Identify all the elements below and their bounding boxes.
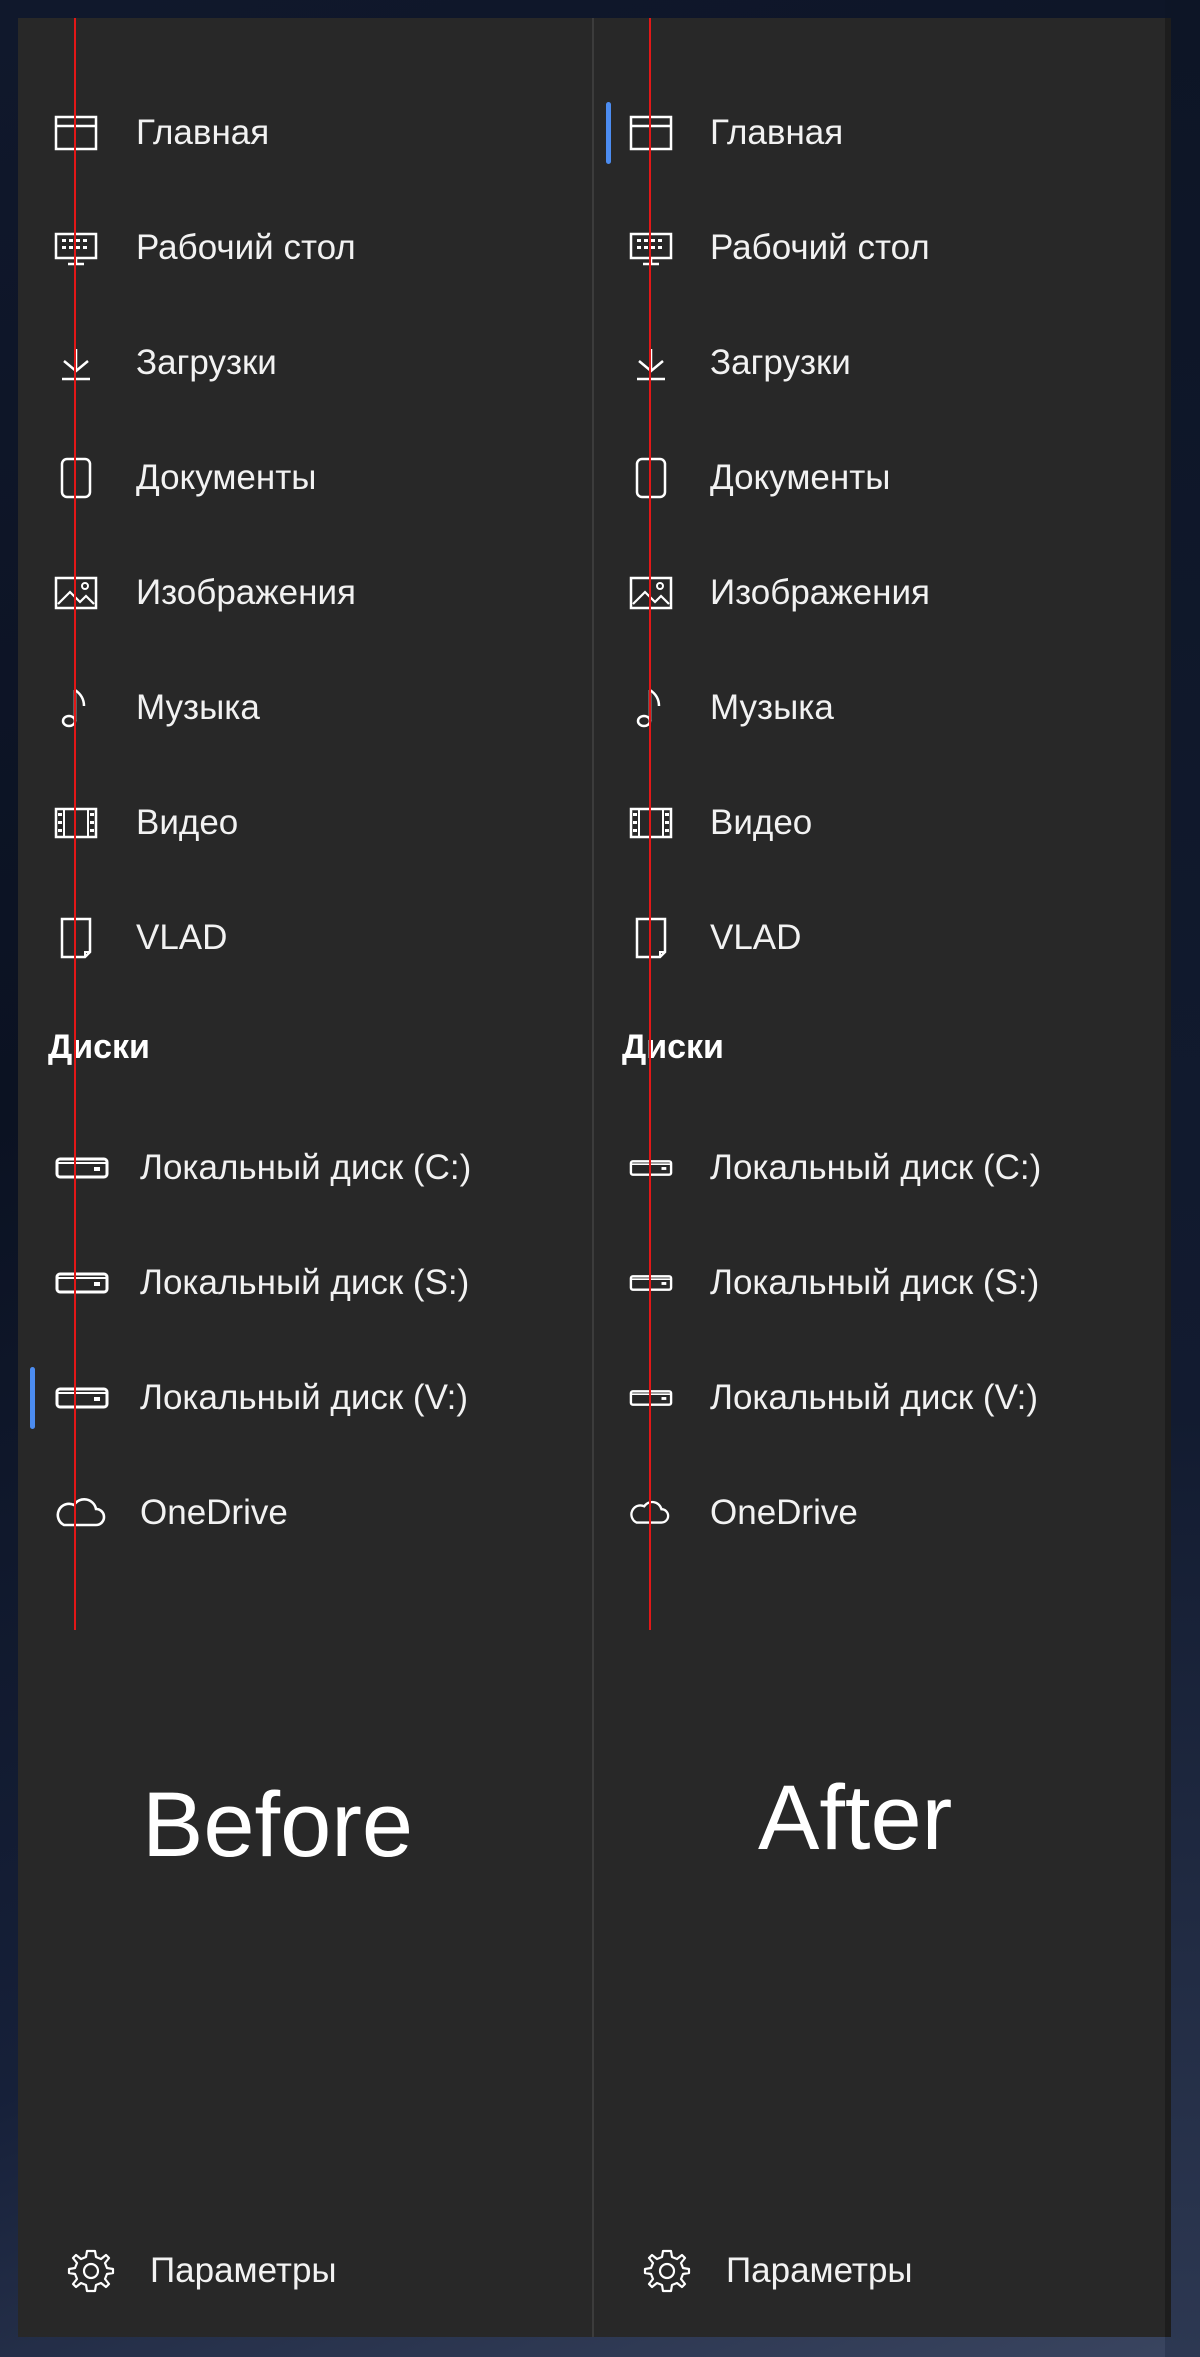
nav-item-documents[interactable]: Документы: [18, 428, 592, 528]
home-window-icon: [54, 111, 98, 155]
after-caption: After: [758, 1767, 953, 1869]
nav-item-drive-s[interactable]: Локальный диск (S:): [594, 1233, 1167, 1333]
video-film-icon: [54, 801, 98, 845]
nav-item-label: Локальный диск (S:): [140, 1263, 470, 1302]
nav-item-drive-v[interactable]: Локальный диск (V:): [18, 1348, 592, 1448]
home-window-icon: [629, 111, 673, 155]
settings-button[interactable]: Параметры: [18, 2221, 592, 2321]
nav-item-label: Локальный диск (C:): [710, 1148, 1042, 1187]
nav-item-label: Локальный диск (C:): [140, 1148, 472, 1187]
nav-item-label: Рабочий стол: [710, 228, 930, 267]
nav-item-label: Главная: [136, 113, 270, 152]
nav-item-onedrive[interactable]: OneDrive: [18, 1463, 592, 1563]
nav-item-label: Загрузки: [710, 343, 851, 382]
user-folder-icon: [629, 916, 673, 960]
nav-item-label: Загрузки: [136, 343, 277, 382]
alignment-guide-line-before: [74, 18, 76, 1630]
drive-icon: [54, 1146, 110, 1190]
music-note-icon: [54, 686, 98, 730]
nav-item-pictures[interactable]: Изображения: [18, 543, 592, 643]
before-caption: Before: [142, 1774, 414, 1876]
nav-item-documents[interactable]: Документы: [594, 428, 1167, 528]
nav-item-label: Изображения: [136, 573, 356, 612]
nav-item-label: Локальный диск (S:): [710, 1263, 1040, 1302]
nav-item-label: Документы: [136, 458, 317, 497]
nav-item-label: Локальный диск (V:): [710, 1378, 1038, 1417]
selection-indicator: [30, 1367, 35, 1429]
download-icon: [629, 341, 673, 385]
nav-item-label: VLAD: [710, 918, 802, 957]
nav-item-drive-v[interactable]: Локальный диск (V:): [594, 1348, 1167, 1448]
nav-item-home[interactable]: Главная: [18, 83, 592, 183]
settings-button[interactable]: Параметры: [594, 2221, 1167, 2321]
desktop-icon: [54, 226, 98, 270]
nav-item-desktop[interactable]: Рабочий стол: [18, 198, 592, 298]
gear-icon: [66, 2246, 116, 2296]
music-note-icon: [629, 686, 673, 730]
nav-item-drive-s[interactable]: Локальный диск (S:): [18, 1233, 592, 1333]
drive-icon: [54, 1261, 110, 1305]
drive-icon: [629, 1376, 673, 1420]
video-film-icon: [629, 801, 673, 845]
nav-item-label: Видео: [710, 803, 813, 842]
nav-item-label: Документы: [710, 458, 891, 497]
settings-label: Параметры: [726, 2251, 913, 2290]
nav-item-music[interactable]: Музыка: [594, 658, 1167, 758]
user-folder-icon: [54, 916, 98, 960]
selection-indicator: [606, 102, 611, 164]
nav-item-label: VLAD: [136, 918, 228, 957]
nav-item-music[interactable]: Музыка: [18, 658, 592, 758]
nav-item-desktop[interactable]: Рабочий стол: [594, 198, 1167, 298]
nav-item-label: Локальный диск (V:): [140, 1378, 468, 1417]
download-icon: [54, 341, 98, 385]
cloud-icon: [52, 1491, 108, 1535]
nav-item-label: OneDrive: [710, 1493, 858, 1532]
nav-item-label: Музыка: [710, 688, 834, 727]
nav-item-downloads[interactable]: Загрузки: [18, 313, 592, 413]
nav-item-vlad[interactable]: VLAD: [594, 888, 1167, 988]
desktop-icon: [629, 226, 673, 270]
navigation-pane-before: Главная Рабочий стол Загрузки Документы …: [18, 18, 592, 2337]
nav-item-vlad[interactable]: VLAD: [18, 888, 592, 988]
drives-section-header: Диски: [48, 1028, 150, 1066]
gear-icon: [642, 2246, 692, 2296]
alignment-guide-line-after: [649, 18, 651, 1630]
nav-item-home[interactable]: Главная: [594, 83, 1167, 183]
nav-item-label: OneDrive: [140, 1493, 288, 1532]
window-edge: [1165, 18, 1171, 2337]
document-icon: [54, 456, 98, 500]
nav-item-label: Видео: [136, 803, 239, 842]
nav-item-label: Главная: [710, 113, 844, 152]
nav-item-pictures[interactable]: Изображения: [594, 543, 1167, 643]
drives-section-header: Диски: [622, 1028, 724, 1066]
nav-item-drive-c[interactable]: Локальный диск (C:): [18, 1118, 592, 1218]
drive-icon: [629, 1261, 673, 1305]
nav-item-drive-c[interactable]: Локальный диск (C:): [594, 1118, 1167, 1218]
nav-item-label: Изображения: [710, 573, 930, 612]
nav-item-downloads[interactable]: Загрузки: [594, 313, 1167, 413]
pictures-icon: [54, 571, 98, 615]
navigation-pane-after: Главная Рабочий стол Загрузки Документы …: [592, 18, 1167, 2337]
settings-label: Параметры: [150, 2251, 337, 2290]
nav-item-video[interactable]: Видео: [594, 773, 1167, 873]
nav-item-label: Рабочий стол: [136, 228, 356, 267]
pictures-icon: [629, 571, 673, 615]
document-icon: [629, 456, 673, 500]
nav-item-video[interactable]: Видео: [18, 773, 592, 873]
drive-icon: [54, 1376, 110, 1420]
drive-icon: [629, 1146, 673, 1190]
nav-item-onedrive[interactable]: OneDrive: [594, 1463, 1167, 1563]
nav-item-label: Музыка: [136, 688, 260, 727]
